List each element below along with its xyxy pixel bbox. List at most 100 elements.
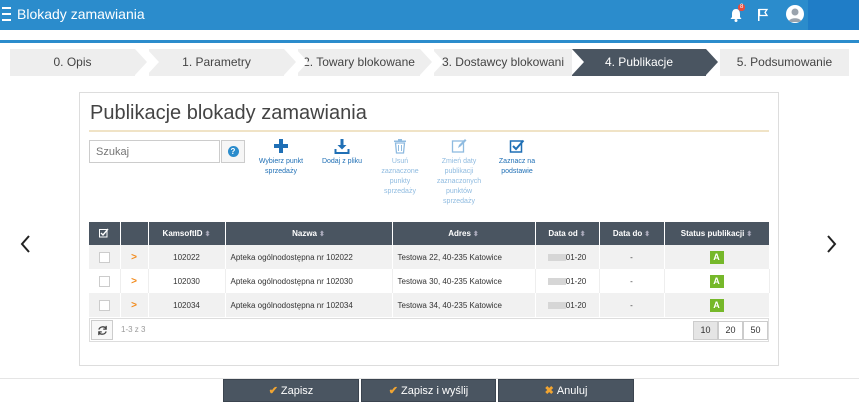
button-label: Zapisz i wyślij (400, 385, 469, 397)
prev-arrow-icon[interactable] (19, 234, 31, 254)
table-row[interactable]: > 102022 Apteka ogólnodostępna nr 102022… (89, 245, 770, 269)
edit-icon (451, 139, 467, 153)
column-label: Status publikacji (680, 229, 745, 238)
menu-icon[interactable] (2, 7, 11, 21)
question-icon: ? (227, 146, 239, 157)
save-and-send-button[interactable]: ✔ Zapisz i wyślij (361, 379, 496, 402)
cell-id: 102030 (148, 269, 226, 293)
header-divider (0, 40, 859, 43)
sort-icon: ⬍ (472, 231, 479, 238)
remove-points-button[interactable]: Usuń zaznaczone punkty sprzedaży (378, 138, 422, 197)
table-row[interactable]: > 102034 Apteka ogólnodostępna nr 102034… (89, 293, 770, 317)
cell-address: Testowa 30, 40-235 Katowice (392, 269, 536, 293)
cell-address: Testowa 34, 40-235 Katowice (392, 293, 536, 317)
cell-id: 102034 (148, 293, 226, 317)
redacted-year (547, 277, 566, 285)
user-menu-area[interactable] (808, 0, 859, 30)
flag-icon[interactable] (757, 8, 769, 22)
column-header-adres[interactable]: Adres ⬍ (392, 222, 536, 245)
column-header-data-od[interactable]: Data od ⬍ (535, 222, 600, 245)
column-header-kamsoftid[interactable]: KamsoftID ⬍ (148, 222, 226, 245)
redacted-year (547, 253, 566, 261)
tool-label: Zmień daty publikacji zaznaczonych punkt… (436, 158, 482, 205)
help-button[interactable]: ? (221, 140, 245, 163)
date-text: 01-20 (565, 300, 587, 310)
cell-date-from: 01-20 (535, 245, 600, 269)
column-header-data-do[interactable]: Data do ⬍ (599, 222, 665, 245)
select-by-button[interactable]: Zaznacz na podstawie (496, 138, 538, 177)
wizard-steps: 0. Opis 1. Parametry 2. Towary blokowane… (10, 49, 849, 76)
cell-name: Apteka ogólnodostępna nr 102034 (225, 293, 393, 317)
cell-address: Testowa 22, 40-235 Katowice (392, 245, 536, 269)
date-text: 01-20 (565, 252, 587, 262)
check-icon: ✔ (268, 385, 278, 397)
sort-icon: ⬍ (319, 231, 325, 238)
button-label: Anuluj (556, 385, 588, 397)
date-text: 01-20 (565, 276, 587, 286)
expand-chevron-icon[interactable]: > (131, 252, 137, 263)
change-dates-button[interactable]: Zmień daty publikacji zaznaczonych punkt… (436, 138, 482, 207)
page-size-20[interactable]: 20 (718, 321, 743, 340)
step-parametry[interactable]: 1. Parametry (149, 49, 284, 76)
column-header-status[interactable]: Status publikacji ⬍ (664, 222, 770, 245)
expand-chevron-icon[interactable]: > (131, 300, 137, 311)
page-size-50[interactable]: 50 (743, 321, 768, 340)
column-label: Nazwa (292, 229, 318, 238)
add-point-button[interactable]: Wybierz punkt sprzedaży (258, 138, 304, 177)
status-badge: A (709, 274, 724, 288)
cell-date-to: - (599, 245, 665, 269)
step-label: 3. Dostawcy blokowani (441, 55, 565, 69)
refresh-icon (97, 325, 107, 335)
page-title: Publikacje blokady zamawiania (90, 102, 367, 124)
table-row[interactable]: > 102030 Apteka ogólnodostępna nr 102030… (89, 269, 770, 293)
refresh-button[interactable] (91, 320, 113, 340)
search-input[interactable] (89, 140, 220, 163)
save-button[interactable]: ✔ Zapisz (223, 379, 359, 402)
notification-badge: 8 (738, 4, 746, 11)
step-dostawcy[interactable]: 3. Dostawcy blokowani (434, 49, 572, 76)
next-arrow-icon[interactable] (826, 234, 838, 254)
tool-label: Zaznacz na podstawie (498, 158, 536, 175)
select-all-header[interactable] (89, 222, 121, 245)
step-label: 4. Publikacje (604, 55, 674, 69)
check-square-icon (509, 139, 525, 153)
step-separator (706, 49, 718, 75)
column-label: Data do (612, 229, 643, 238)
sort-icon: ⬍ (644, 231, 651, 238)
tool-label: Usuń zaznaczone punkty sprzedaży (381, 158, 419, 195)
step-publikacje[interactable]: 4. Publikacje (572, 49, 706, 76)
publications-table: KamsoftID ⬍ Nazwa ⬍ Adres ⬍ Data od ⬍ Data d… (89, 222, 770, 317)
cell-name: Apteka ogólnodostępna nr 102022 (225, 245, 393, 269)
expand-chevron-icon[interactable]: > (131, 276, 137, 287)
step-separator (296, 49, 308, 75)
step-separator (420, 49, 432, 75)
column-label: Data od (548, 229, 578, 238)
column-label: Adres (448, 229, 471, 238)
step-podsumowanie[interactable]: 5. Podsumowanie (720, 49, 849, 76)
table-footer: 1-3 z 3 10 20 50 (89, 318, 769, 342)
step-separator (147, 49, 159, 75)
cell-name: Apteka ogólnodostępna nr 102030 (225, 269, 393, 293)
cell-id: 102022 (148, 245, 226, 269)
cell-status: A (664, 245, 770, 269)
page-size-10[interactable]: 10 (693, 321, 718, 340)
tool-label: Wybierz punkt sprzedaży (258, 158, 304, 175)
row-checkbox[interactable] (98, 251, 110, 263)
download-icon (334, 139, 350, 154)
cell-status: A (664, 269, 770, 293)
cancel-button[interactable]: ✖ Anuluj (498, 379, 634, 402)
step-opis[interactable]: 0. Opis (10, 49, 135, 76)
publications-panel: Publikacje blokady zamawiania ? Wybierz … (79, 92, 779, 366)
check-square-icon (99, 228, 109, 237)
status-badge: A (709, 298, 724, 312)
cell-date-from: 01-20 (535, 269, 600, 293)
row-checkbox[interactable] (98, 299, 110, 311)
row-checkbox[interactable] (98, 275, 110, 287)
expand-header (120, 222, 149, 245)
step-towary[interactable]: 2. Towary blokowane (298, 49, 420, 76)
step-separator (135, 49, 147, 75)
column-label: KamsoftID (162, 229, 203, 238)
avatar[interactable] (786, 5, 804, 23)
column-header-nazwa[interactable]: Nazwa ⬍ (225, 222, 393, 245)
add-from-file-button[interactable]: Dodaj z pliku (320, 138, 364, 167)
